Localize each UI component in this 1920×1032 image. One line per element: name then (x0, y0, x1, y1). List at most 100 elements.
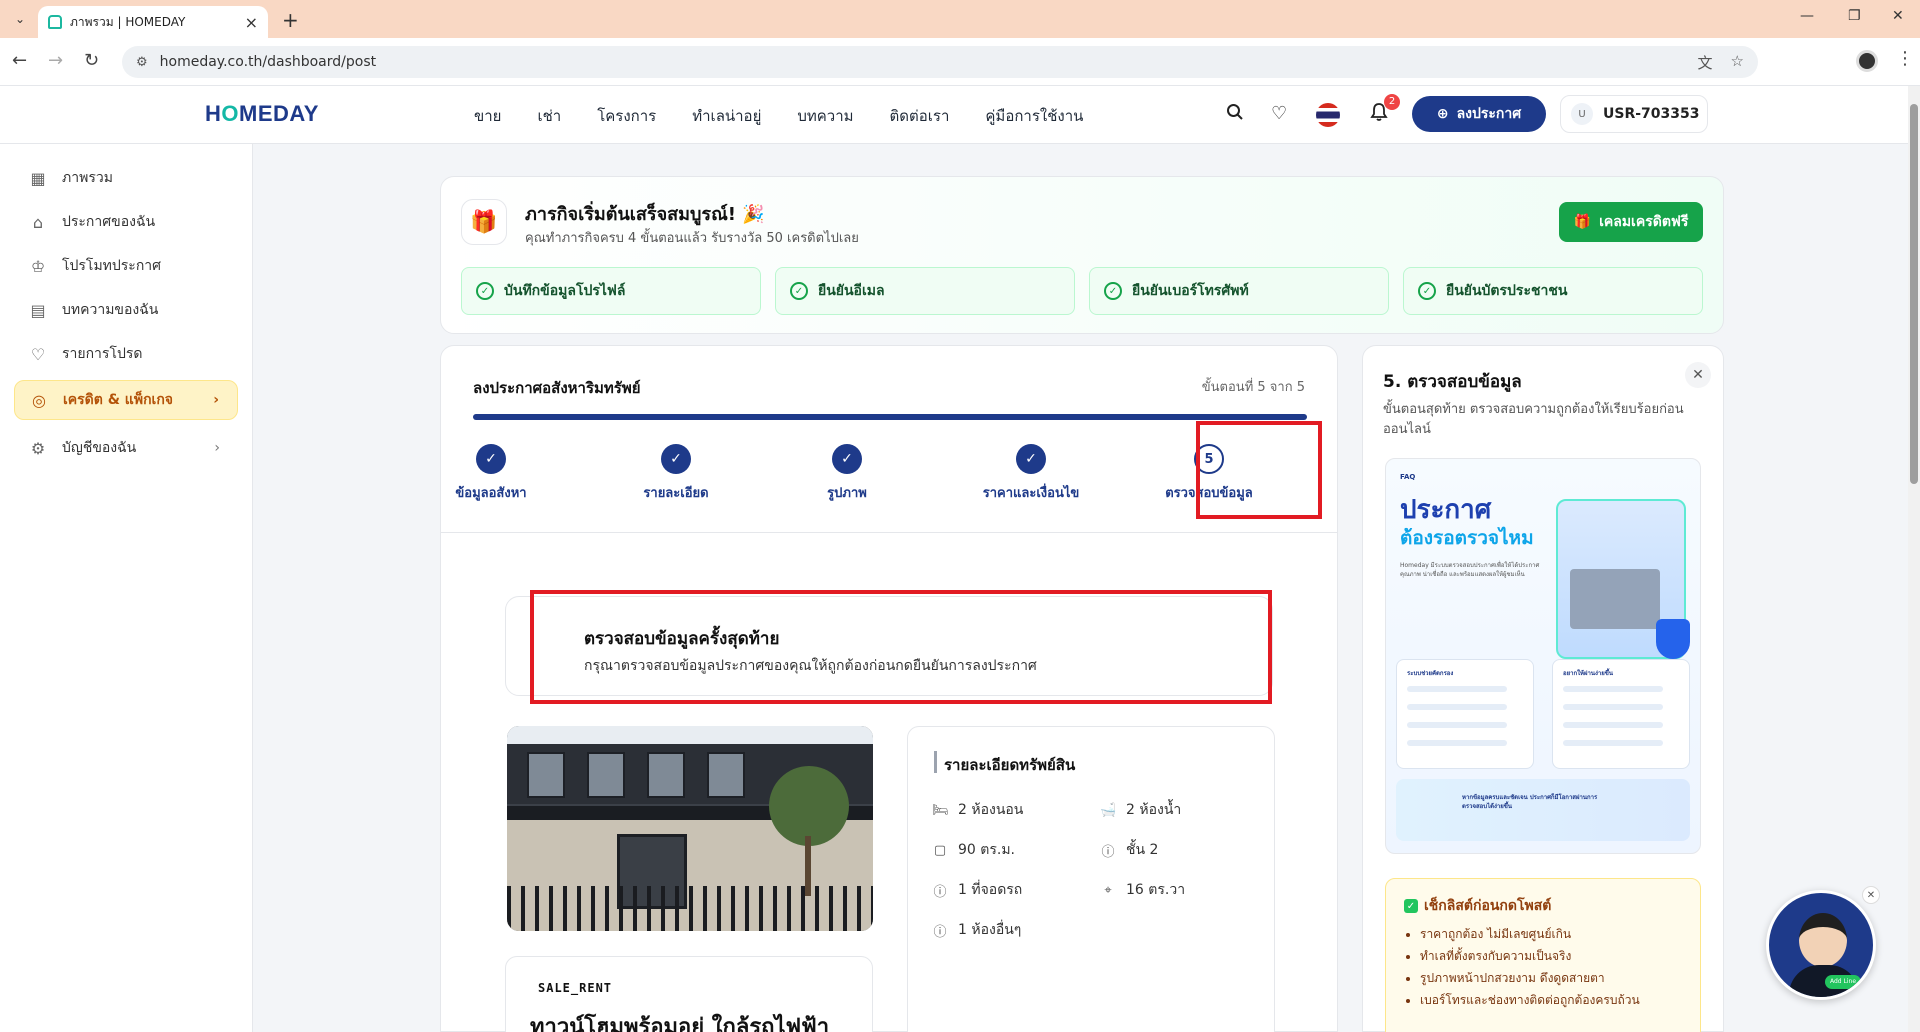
gift-icon: 🎁 (1573, 214, 1592, 230)
plus-circle-icon: ⊕ (1436, 106, 1449, 122)
nav-guide[interactable]: คู่มือการใช้งาน (985, 104, 1083, 128)
check-circle-icon: ✓ (1418, 282, 1436, 300)
claim-credits-button[interactable]: 🎁 เคลมเครดิตฟรี (1559, 202, 1703, 242)
heart-icon: ♡ (30, 344, 46, 364)
address-bar[interactable]: ⚙ homeday.co.th/dashboard/post 文 ☆ (122, 46, 1758, 78)
list-item: รูปภาพหน้าปกสวยงาม ดึงดูดสายตา (1420, 967, 1640, 989)
check-icon: ✓ (832, 444, 862, 474)
minimize-icon[interactable]: — (1800, 8, 1814, 24)
sidebar-item-promote[interactable]: ♔ โปรโมทประกาศ (14, 246, 238, 286)
nav-projects[interactable]: โครงการ (597, 104, 656, 128)
home-icon: ⌂ (32, 212, 44, 232)
document-icon: ▤ (30, 300, 46, 320)
site-info-icon[interactable]: ⚙ (136, 55, 148, 70)
close-chat-icon[interactable]: ✕ (1862, 886, 1880, 904)
reload-icon[interactable]: ↻ (84, 50, 99, 71)
mission-subtitle: คุณทำภารกิจครบ 4 ขั้นตอนแล้ว รับรางวัล 5… (525, 231, 859, 246)
spec-other-rooms: ⓘ 1 ห้องอื่นๆ (933, 922, 1022, 940)
spec-land: ⌖ 16 ตร.วา (1100, 879, 1185, 901)
nav-articles[interactable]: บทความ (797, 104, 853, 128)
sidebar: ▦ ภาพรวม ⌂ ประกาศของฉัน ♔ โปรโมทประกาศ ▤… (0, 144, 253, 1032)
sidebar-item-my-listings[interactable]: ⌂ ประกาศของฉัน (14, 202, 238, 242)
nav-rent[interactable]: เช่า (537, 104, 561, 128)
crown-icon: ♔ (30, 256, 46, 276)
step-details[interactable]: ✓ รายละเอียด (606, 444, 746, 503)
pre-post-checklist: ✓ เช็กลิสต์ก่อนกดโพสต์ ราคาถูกต้อง ไม่มี… (1385, 878, 1701, 1032)
scrollbar-thumb[interactable] (1910, 104, 1918, 484)
checklist-title: ✓ เช็กลิสต์ก่อนกดโพสต์ (1404, 895, 1551, 917)
mission-title: ภารกิจเริ่มต้นเสร็จสมบูรณ์! 🎉 (525, 204, 765, 225)
checklist-items: ราคาถูกต้อง ไม่มีเลขศูนย์เกิน ทำเลที่ตั้… (1420, 923, 1640, 1011)
help-title: 5. ตรวจสอบข้อมูล (1383, 372, 1522, 392)
spec-area: ▢ 90 ตร.ม. (933, 842, 1016, 858)
listing-summary-card: SALE_RENT ทาวน์โฮมพร้อมอยู่ ใกล้รถไฟฟ้า (505, 956, 873, 1032)
browser-tab[interactable]: ภาพรวม | HOMEDAY × (38, 6, 268, 38)
tab-search-chevron-icon[interactable]: ⌄ (10, 9, 30, 29)
step-photos[interactable]: ✓ รูปภาพ (777, 444, 917, 503)
sidebar-item-account[interactable]: ⚙ บัญชีของฉัน › (14, 428, 238, 468)
thai-flag-icon[interactable] (1316, 103, 1340, 127)
info-circle-icon: ⓘ (1101, 844, 1115, 860)
notification-badge: 2 (1384, 94, 1400, 110)
spec-bedrooms: 🛏 2 ห้องนอน (932, 802, 1024, 818)
step-help-panel: 5. ตรวจสอบข้อมูล ✕ ขั้นตอนสุดท้าย ตรวจสอ… (1362, 345, 1724, 1032)
progress-bar (473, 414, 1307, 420)
line-chat-badge: Add Line (1825, 975, 1861, 989)
favorites-heart-icon[interactable]: ♡ (1271, 103, 1287, 124)
back-icon[interactable]: ← (12, 50, 27, 71)
bookmark-star-icon[interactable]: ☆ (1731, 52, 1744, 73)
shield-check-icon (1656, 619, 1690, 659)
sidebar-item-favorites[interactable]: ♡ รายการโปรด (14, 334, 238, 374)
task-id-card: ✓ ยืนยันบัตรประชาชน (1403, 267, 1703, 315)
chevron-right-icon: › (213, 392, 219, 408)
listing-photo (507, 726, 873, 931)
nav-locations[interactable]: ทำเลน่าอยู่ (692, 104, 761, 128)
check-icon: ✓ (1016, 444, 1046, 474)
accent-bar (934, 751, 937, 773)
info-circle-icon: ⓘ (933, 884, 947, 900)
info-circle-icon: ⓘ (933, 924, 947, 940)
browser-tab-bar: ⌄ ภาพรวม | HOMEDAY × + — ❐ ✕ (0, 0, 1920, 38)
bath-icon: 🛁 (1100, 802, 1117, 818)
post-listing-button[interactable]: ⊕ ลงประกาศ (1412, 96, 1546, 132)
bed-icon: 🛏 (932, 802, 949, 818)
sidebar-item-my-articles[interactable]: ▤ บทความของฉัน (14, 290, 238, 330)
chat-assistant-button[interactable]: Add Line (1766, 890, 1876, 1000)
details-title: รายละเอียดทรัพย์สิน (944, 756, 1076, 774)
restore-icon[interactable]: ❐ (1848, 8, 1861, 24)
progress-fill (473, 414, 1307, 420)
sidebar-item-credits[interactable]: ◎ เครดิต & แพ็กเกจ › (14, 380, 238, 420)
task-email: ✓ ยืนยันอีเมล (775, 267, 1075, 315)
listing-type: SALE_RENT (538, 981, 613, 995)
forward-icon[interactable]: → (48, 50, 63, 71)
user-menu[interactable]: U USR-703353 (1560, 95, 1708, 133)
sidebar-item-overview[interactable]: ▦ ภาพรวม (14, 158, 238, 198)
checkbox-checked-icon: ✓ (1404, 899, 1418, 913)
step-price-terms[interactable]: ✓ ราคาและเงื่อนไข (961, 444, 1101, 503)
coins-icon: ◎ (32, 390, 46, 410)
translate-icon[interactable]: 文 (1698, 52, 1713, 73)
step-property-info[interactable]: ✓ ข้อมูลอสังหา (421, 444, 561, 503)
favicon-icon (48, 15, 62, 29)
site-header: HOMEDAY ขาย เช่า โครงการ ทำเลน่าอยู่ บทค… (0, 86, 1908, 144)
gear-icon: ⚙ (30, 438, 46, 458)
browser-menu-icon[interactable]: ⋮ (1896, 48, 1914, 69)
user-id: USR-703353 (1603, 106, 1700, 122)
check-circle-icon: ✓ (476, 282, 494, 300)
nav-contact[interactable]: ติดต่อเรา (890, 104, 950, 128)
tab-close-icon[interactable]: × (245, 13, 258, 32)
faq-infographic: FAQ ประกาศ ต้องรอตรวจไหม Homeday มีระบบต… (1385, 458, 1701, 854)
close-window-icon[interactable]: ✕ (1892, 8, 1904, 24)
listing-title: ทาวน์โฮมพร้อมอยู่ ใกล้รถไฟฟ้า (530, 1015, 830, 1032)
page-scrollbar[interactable] (1908, 86, 1920, 1032)
check-circle-icon: ✓ (1104, 282, 1122, 300)
profile-avatar-icon[interactable] (1856, 50, 1878, 72)
search-icon[interactable] (1226, 103, 1244, 126)
nav-sale[interactable]: ขาย (474, 104, 501, 128)
new-tab-icon[interactable]: + (282, 8, 299, 32)
check-circle-icon: ✓ (790, 282, 808, 300)
close-icon[interactable]: ✕ (1685, 362, 1711, 388)
homeday-logo[interactable]: HOMEDAY (205, 101, 319, 127)
divider (441, 532, 1337, 533)
avatar: U (1571, 103, 1593, 125)
